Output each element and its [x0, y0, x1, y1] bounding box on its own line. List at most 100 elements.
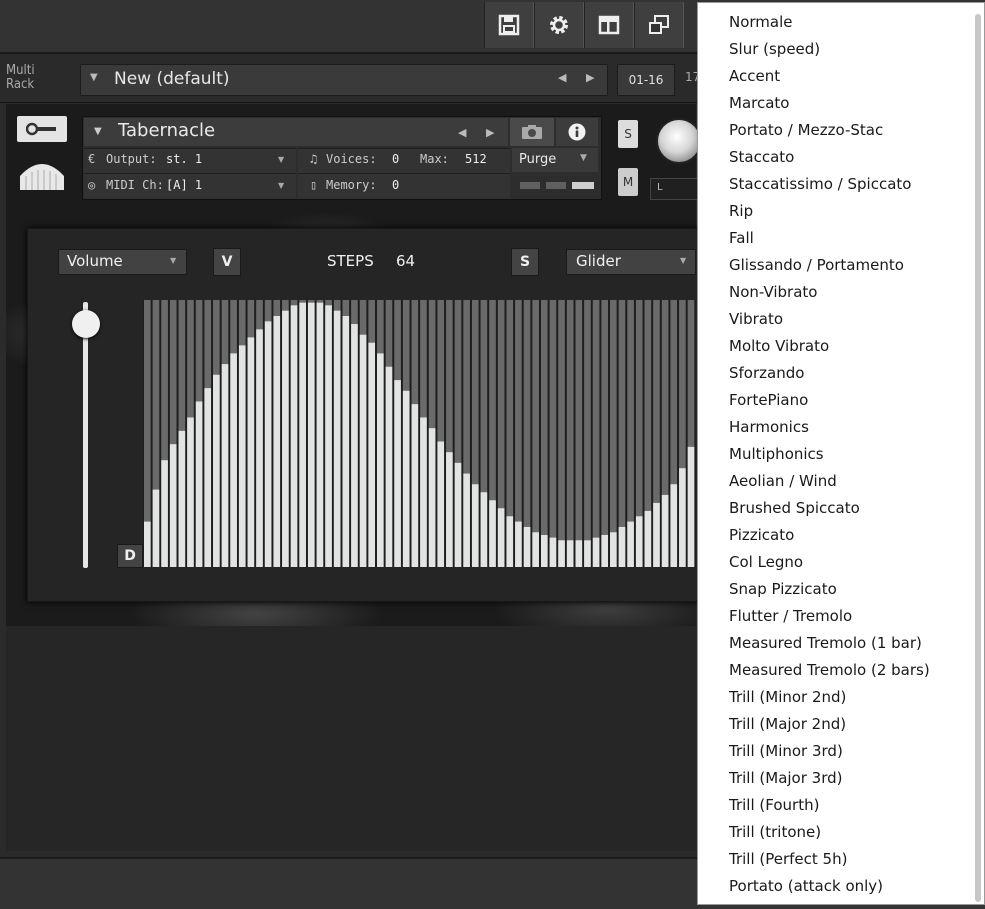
step-slot[interactable]	[610, 300, 617, 567]
step-bar[interactable]	[515, 521, 522, 567]
menu-item[interactable]: Trill (Fourth)	[729, 795, 819, 815]
step-bar[interactable]	[152, 489, 160, 567]
step-slot[interactable]	[549, 300, 557, 567]
step-bar[interactable]	[523, 526, 531, 567]
step-bar[interactable]	[506, 516, 514, 567]
menu-item[interactable]: Rip	[729, 201, 753, 221]
menu-item[interactable]: Trill (Perfect 5h)	[729, 849, 847, 869]
menu-item[interactable]: Trill (tritone)	[729, 822, 821, 842]
step-bar[interactable]	[204, 388, 212, 567]
menu-item[interactable]: Multiphonics	[729, 444, 824, 464]
step-bar[interactable]	[635, 516, 643, 567]
step-bar[interactable]	[618, 526, 626, 567]
step-bar[interactable]	[187, 417, 194, 567]
step-bar[interactable]	[446, 452, 453, 567]
solo-button[interactable]: S	[618, 120, 638, 148]
rack-next-icon[interactable]: ▶	[586, 71, 594, 84]
menu-item[interactable]: Marcato	[729, 93, 789, 113]
step-bar[interactable]	[411, 404, 419, 567]
step-slot[interactable]	[592, 300, 600, 567]
midi-dropdown-icon[interactable]: ▼	[278, 181, 284, 190]
step-bar[interactable]	[558, 540, 565, 567]
step-bar[interactable]	[316, 302, 324, 567]
step-bar[interactable]	[144, 521, 151, 567]
step-bar[interactable]	[368, 342, 376, 567]
menu-item[interactable]: Trill (Minor 3rd)	[729, 741, 843, 761]
step-bar[interactable]	[679, 468, 686, 567]
step-bar[interactable]	[178, 430, 186, 567]
instrument-prev-icon[interactable]: ◀	[458, 126, 466, 139]
menu-item[interactable]: Snap Pizzicato	[729, 579, 837, 599]
step-bar[interactable]	[351, 324, 358, 567]
step-bar[interactable]	[627, 521, 634, 567]
menu-item[interactable]: Brushed Spiccato	[729, 498, 860, 518]
output-dropdown-icon[interactable]: ▼	[278, 155, 284, 164]
sync-toggle-button[interactable]: S	[511, 248, 539, 276]
menu-item[interactable]: Portato / Mezzo-Stac	[729, 120, 883, 140]
step-bar[interactable]	[489, 500, 496, 567]
snapshot-button[interactable]	[510, 118, 554, 146]
step-bar[interactable]	[273, 316, 281, 567]
menu-item[interactable]: Fall	[729, 228, 754, 248]
info-button[interactable]	[556, 118, 598, 146]
step-bar[interactable]	[463, 473, 470, 567]
step-bar[interactable]	[497, 508, 505, 567]
menu-item[interactable]: Aeolian / Wind	[729, 471, 837, 491]
step-bar[interactable]	[471, 484, 479, 567]
step-slot[interactable]	[540, 300, 548, 567]
step-bar[interactable]	[402, 390, 410, 567]
step-bar[interactable]	[333, 310, 341, 567]
depth-slider-track[interactable]	[83, 302, 88, 568]
step-bar[interactable]	[221, 364, 229, 567]
step-bar[interactable]	[290, 305, 298, 567]
view-button[interactable]	[634, 2, 684, 48]
step-bar[interactable]	[299, 302, 306, 567]
menu-item[interactable]: Normale	[729, 12, 793, 32]
layout-button[interactable]	[584, 2, 634, 48]
step-bar[interactable]	[256, 329, 263, 567]
step-bar[interactable]	[687, 446, 695, 567]
step-bar[interactable]	[428, 428, 436, 567]
step-bar[interactable]	[480, 492, 488, 567]
step-bar[interactable]	[195, 401, 203, 567]
step-bar[interactable]	[566, 540, 574, 567]
step-slot[interactable]	[584, 300, 591, 567]
step-bar[interactable]	[385, 366, 393, 567]
step-bar[interactable]	[592, 537, 600, 567]
save-button[interactable]	[484, 2, 534, 48]
menu-item[interactable]: Harmonics	[729, 417, 809, 437]
menu-item[interactable]: Measured Tremolo (1 bar)	[729, 633, 922, 653]
depth-slider-handle[interactable]	[72, 310, 100, 338]
menu-item[interactable]: Vibrato	[729, 309, 783, 329]
step-bar[interactable]	[644, 510, 652, 567]
menu-item[interactable]: Accent	[729, 66, 780, 86]
step-bar[interactable]	[359, 334, 367, 567]
menu-item[interactable]: Pizzicato	[729, 525, 794, 545]
step-bar[interactable]	[161, 460, 168, 567]
menu-item[interactable]: Trill (Minor 2nd)	[729, 687, 846, 707]
step-grid[interactable]	[143, 300, 696, 567]
step-bar[interactable]	[247, 337, 255, 567]
step-bar[interactable]	[584, 540, 591, 567]
menu-item[interactable]: Staccatissimo / Spiccato	[729, 174, 911, 194]
step-slot[interactable]	[558, 300, 565, 567]
step-bar[interactable]	[653, 502, 660, 567]
step-bar[interactable]	[549, 537, 557, 567]
step-slot[interactable]	[532, 300, 539, 567]
step-bar[interactable]	[394, 380, 401, 567]
menu-item[interactable]: Trill (Major 3rd)	[729, 768, 842, 788]
settings-button[interactable]	[534, 2, 584, 48]
menu-item[interactable]: Staccato	[729, 147, 794, 167]
step-bar[interactable]	[420, 417, 427, 567]
instrument-collapse-icon[interactable]: ▼	[94, 126, 102, 137]
menu-item[interactable]: Trill (Major 2nd)	[729, 714, 846, 734]
step-bar[interactable]	[540, 534, 548, 567]
menu-item[interactable]: Measured Tremolo (2 bars)	[729, 660, 930, 680]
step-bar[interactable]	[601, 534, 609, 567]
step-bar[interactable]	[282, 310, 289, 567]
step-bar[interactable]	[342, 316, 350, 567]
rack-prev-icon[interactable]: ◀	[558, 71, 566, 84]
step-bar[interactable]	[670, 484, 678, 567]
step-bar[interactable]	[325, 305, 332, 567]
tune-knob[interactable]	[656, 118, 702, 164]
